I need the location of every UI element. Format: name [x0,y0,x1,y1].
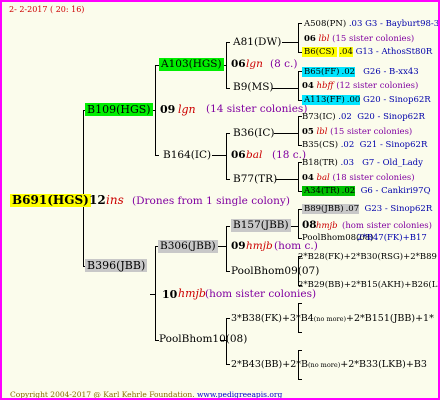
connector [226,318,230,319]
connector [298,116,299,145]
pool-b29-line: 2*B29(BB)+2*B15(AKH)+B26(LB) [298,280,440,290]
queen-b109[interactable]: B109(HGS) [85,103,153,116]
queen-a81[interactable]: A81(DW) [233,36,281,49]
b306-code: hmjb [246,240,273,252]
queen-b36[interactable]: B36(IC) [233,127,274,140]
queen-a113[interactable]: A113(FF) .00 G20 - Sinop62R [302,94,431,107]
queen-b18[interactable]: B18(TR) .03 G7 - Old_Lady [302,157,423,170]
a103-num: 06 [231,58,246,70]
queen-b164[interactable]: B164(IC) [163,149,211,162]
connector [226,226,230,227]
pool-b43-line: 2*B43(BB)+2*B(no more)+2*B33(LKB)+B3 [231,359,427,370]
pool-b08-overlay: 2*B47(FK)+B17 [357,233,427,243]
queen-b73[interactable]: B73(IC) .02 G20 - Sinop62R [302,111,425,124]
b396-code: hmjb [178,287,206,300]
connector [226,179,230,180]
a81-info: 06 lbl (15 sister colonies) [304,34,415,44]
a103-code: lgn [246,58,263,70]
connector [298,162,299,191]
queen-b9[interactable]: B9(MS) [233,81,274,94]
b9-info: 04 hbff (12 sister colonies) [302,81,419,91]
poolbhom10[interactable]: PoolBhom10(08) [159,333,247,346]
b164-note: (18 c.) [272,149,307,161]
b157-num: 08 [302,219,317,231]
site-link[interactable]: www.pedigreeapis.org [197,390,282,398]
connector [276,179,298,180]
connector [298,332,302,333]
queen-b6[interactable]: B6(CS) .04 G13 - AthosSt80R [302,46,432,59]
b109-note: (14 sister colonies) [206,103,308,115]
queen-b89[interactable]: B89(JBB) .07 G23 - Sinop62R [302,203,432,216]
connector [298,209,299,238]
b36-info: 05 lbl (15 sister colonies) [302,127,413,137]
connector [83,110,84,267]
connector [226,42,230,43]
poolbhom09[interactable]: PoolBhom09(07) [231,265,319,278]
connector [155,246,156,340]
queen-b35[interactable]: B35(CS) .02 G21 - Sinop62R [302,139,427,152]
b109-num: 09 [160,103,176,116]
connector [298,23,302,24]
connector [150,294,155,295]
date-stamp: 2- 2-2017 ( 20: 16) [9,5,85,14]
connector [298,23,299,52]
pedigree-frame: 2- 2-2017 ( 20: 16) B691(HGS) 12 ins (Dr… [0,0,440,400]
queen-a508[interactable]: A508(PN) .03 G3 - Bayburt98-3 [304,18,438,31]
connector [272,88,298,89]
b77-info: 04 bal (18 sister colonies) [302,173,415,183]
connector [155,65,156,156]
queen-b77[interactable]: B77(TR) [233,173,277,186]
b396-num: 10 [162,288,178,301]
connector [226,88,230,89]
connector [298,303,302,304]
connector [298,379,302,380]
connector [274,133,298,134]
connector [298,350,302,351]
b164-code: bal [246,149,263,161]
connector [282,42,298,43]
pool-b28-line: 2*B28(FK)+2*B30(RSG)+2*B89 [298,252,437,262]
root-code: ins [106,193,124,207]
queen-b157[interactable]: B157(JBB) [231,219,291,232]
queen-a103[interactable]: A103(HGS) [159,58,224,71]
connector [226,271,230,272]
queen-b396[interactable]: B396(JBB) [85,259,148,272]
b164-num: 06 [231,149,246,161]
connector [226,364,230,365]
queen-a34[interactable]: A34(TR) .02 G6 - Cankiri97Q [302,185,431,198]
a103-note: (8 c.) [270,58,298,70]
root-num: 12 [89,193,106,207]
connector [226,133,230,134]
root-queen[interactable]: B691(HGS) [10,194,91,207]
b109-code: lgn [178,103,196,116]
queen-b306[interactable]: B306(JBB) [158,240,218,253]
connector [226,226,227,271]
connector [298,71,299,100]
connector [226,133,227,179]
root-note: (Drones from 1 single colony) [132,195,290,207]
connector [226,42,227,88]
connector [212,155,226,156]
connector [155,155,159,156]
queen-b65[interactable]: B65(FF) .02 G26 - B-xx43 [302,66,419,79]
pool-b38-line: 3*B38(FK)+3*B4(no more)+2*B151(JBB)+1* [231,313,434,324]
copyright: Copyright 2004-2017 @ Karl Kehrle Founda… [10,390,283,399]
b306-num: 09 [231,240,246,252]
